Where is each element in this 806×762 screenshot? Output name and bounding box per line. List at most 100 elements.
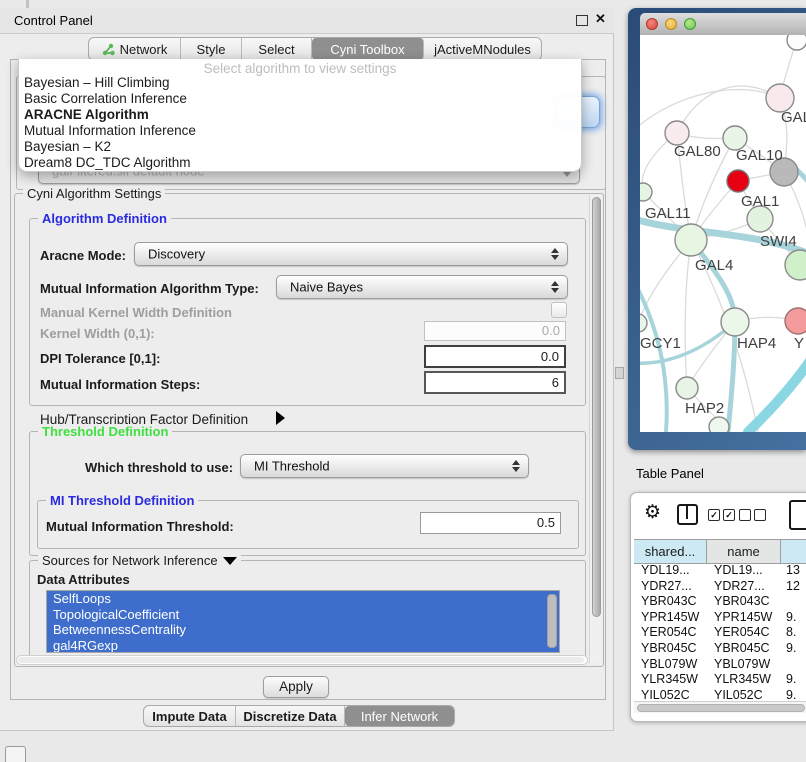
column-divider — [686, 506, 688, 519]
control-panel-titlebar: Control Panel ✕ — [0, 8, 614, 34]
settings-hscrollbar-track[interactable] — [16, 655, 588, 665]
cell-value: 12 — [786, 579, 800, 593]
table-hscrollbar-thumb[interactable] — [637, 704, 805, 712]
tab-cyni-toolbox-label: Cyni Toolbox — [330, 42, 404, 57]
expand-arrow-icon[interactable] — [276, 411, 285, 425]
settings-scrollbar-thumb[interactable] — [592, 197, 601, 617]
node-hap2[interactable] — [676, 377, 698, 399]
table-row[interactable]: YPR145W YPR145W 9. — [634, 610, 806, 626]
sources-group-title[interactable]: Sources for Network Inference — [38, 553, 241, 568]
node-label-gal10: GAL10 — [736, 147, 783, 164]
select-all-checkboxes-icon[interactable]: ✓ ✓ — [708, 509, 735, 521]
node-label-gal1: GAL1 — [741, 193, 779, 210]
manual-kernel-checkbox[interactable] — [551, 302, 567, 318]
splitpane-divider-handle[interactable] — [615, 367, 624, 379]
import-table-icon[interactable] — [789, 500, 806, 530]
zoom-window-icon[interactable] — [684, 18, 696, 30]
node-y-partial[interactable] — [785, 308, 806, 334]
mi-type-value: Naive Bayes — [290, 280, 363, 295]
bottom-tabs: Impute Data Discretize Data Infer Networ… — [143, 705, 455, 727]
cell-value: 13 — [786, 563, 800, 577]
cell-value: 9. — [786, 641, 796, 655]
tab-network[interactable]: Network — [89, 38, 181, 60]
settings-hscrollbar-thumb[interactable] — [18, 657, 584, 663]
node-swi4[interactable] — [785, 250, 806, 280]
cell-shared: YBR045C — [641, 641, 697, 655]
table-row[interactable]: YBR043C YBR043C — [634, 594, 806, 610]
network-window: GAL GAL80 GAL10 GAL1 GAL11 GAL4 SWI4 GCY… — [640, 13, 806, 432]
tab-infer-network[interactable]: Infer Network — [345, 706, 454, 726]
table-row[interactable]: YER054C YER054C 8. — [634, 625, 806, 641]
menu-item-bayesian-k2[interactable]: Bayesian – K2 — [21, 139, 579, 155]
list-item-betweennesscentrality[interactable]: BetweennessCentrality — [47, 622, 559, 638]
menu-item-bayesian-hill-climbing[interactable]: Bayesian – Hill Climbing — [21, 75, 579, 91]
node-gcy1[interactable] — [640, 314, 647, 332]
tab-jactivemnodules[interactable]: jActiveMNodules — [424, 38, 541, 60]
node-red-selected[interactable] — [727, 170, 749, 192]
dpi-tolerance-label: DPI Tolerance [0,1]: — [40, 351, 160, 366]
checked-box: ✓ — [708, 509, 720, 521]
mi-steps-field[interactable]: 6 — [424, 371, 566, 394]
which-threshold-combobox[interactable]: MI Threshold — [240, 454, 529, 478]
node-unlabeled-top[interactable] — [787, 35, 806, 50]
network-canvas[interactable]: GAL GAL80 GAL10 GAL1 GAL11 GAL4 SWI4 GCY… — [640, 35, 806, 432]
aracne-mode-combobox[interactable]: Discovery — [134, 242, 568, 266]
menu-item-mutual-information[interactable]: Mutual Information Inference — [21, 123, 579, 139]
column-layout-icon[interactable] — [677, 504, 698, 525]
table-settings-gear-icon[interactable]: ⚙ — [644, 501, 661, 524]
node-label-gal4: GAL4 — [695, 257, 733, 274]
node-label-gal80: GAL80 — [674, 143, 721, 160]
tab-style-label: Style — [197, 42, 226, 57]
settings-scrollbar-track[interactable] — [589, 195, 602, 663]
node-label-hap4: HAP4 — [737, 335, 776, 352]
column-header-shared-name[interactable]: shared... — [634, 540, 707, 563]
table-hscrollbar-track[interactable] — [634, 701, 806, 713]
network-icon — [102, 43, 115, 56]
mi-threshold-field[interactable]: 0.5 — [420, 512, 561, 534]
list-item-gal4rgexp[interactable]: gal4RGexp — [47, 638, 559, 654]
network-edges-highlighted[interactable] — [640, 163, 806, 432]
node-gal80[interactable] — [665, 121, 689, 145]
menu-item-aracne[interactable]: ARACNE Algorithm — [21, 107, 579, 123]
node-gal11[interactable] — [640, 183, 652, 201]
list-scrollbar-thumb[interactable] — [547, 594, 557, 648]
close-panel-icon[interactable]: ✕ — [595, 11, 606, 27]
tab-cyni-toolbox[interactable]: Cyni Toolbox — [312, 38, 424, 60]
minimized-panel-button[interactable] — [5, 746, 26, 762]
dpi-tolerance-field[interactable]: 0.0 — [424, 345, 566, 368]
panel-title: Control Panel — [14, 13, 93, 28]
node-gal4[interactable] — [675, 224, 707, 256]
menu-item-basic-correlation[interactable]: Basic Correlation Inference — [21, 91, 579, 107]
node-label-gal11: GAL11 — [645, 205, 691, 222]
table-row[interactable]: YDR27... YDR27... 12 — [634, 579, 806, 595]
node-gal-partial[interactable] — [766, 84, 794, 112]
tab-discretize-data[interactable]: Discretize Data — [236, 706, 345, 726]
tab-network-label: Network — [120, 42, 168, 57]
table-row[interactable]: YBR045C YBR045C 9. — [634, 641, 806, 657]
apply-button[interactable]: Apply — [263, 676, 329, 698]
node-label-hap2: HAP2 — [685, 400, 724, 417]
column-header-name[interactable]: name — [707, 540, 781, 563]
cell-name: YIL052C — [714, 688, 763, 702]
menu-item-dream8[interactable]: Dream8 DC_TDC Algorithm — [21, 155, 579, 171]
minimize-window-icon[interactable] — [665, 18, 677, 30]
deselect-all-checkboxes-icon[interactable] — [739, 509, 766, 521]
node-hap4[interactable] — [721, 308, 749, 336]
table-row[interactable]: YBL079W YBL079W — [634, 657, 806, 673]
tab-select[interactable]: Select — [242, 38, 312, 60]
float-panel-icon[interactable] — [576, 15, 588, 26]
tab-impute-data[interactable]: Impute Data — [144, 706, 236, 726]
close-window-icon[interactable] — [646, 18, 658, 30]
table-row[interactable]: YLR345W YLR345W 9. — [634, 672, 806, 688]
tab-style[interactable]: Style — [181, 38, 242, 60]
kernel-width-field[interactable]: 0.0 — [424, 321, 566, 341]
app-screen: Control Panel ✕ Network Style Select Cyn… — [0, 0, 806, 762]
list-item-topologicalcoefficient[interactable]: TopologicalCoefficient — [47, 607, 559, 623]
table-header-row: shared... name — [634, 539, 806, 564]
column-header-partial[interactable] — [781, 540, 806, 563]
network-window-titlebar[interactable] — [640, 13, 806, 36]
node-unlabeled-bottom[interactable] — [709, 417, 729, 432]
mi-type-combobox[interactable]: Naive Bayes — [276, 275, 568, 299]
table-row[interactable]: YDL19... YDL19... 13 — [634, 563, 806, 579]
list-item-selfloops[interactable]: SelfLoops — [47, 591, 559, 607]
